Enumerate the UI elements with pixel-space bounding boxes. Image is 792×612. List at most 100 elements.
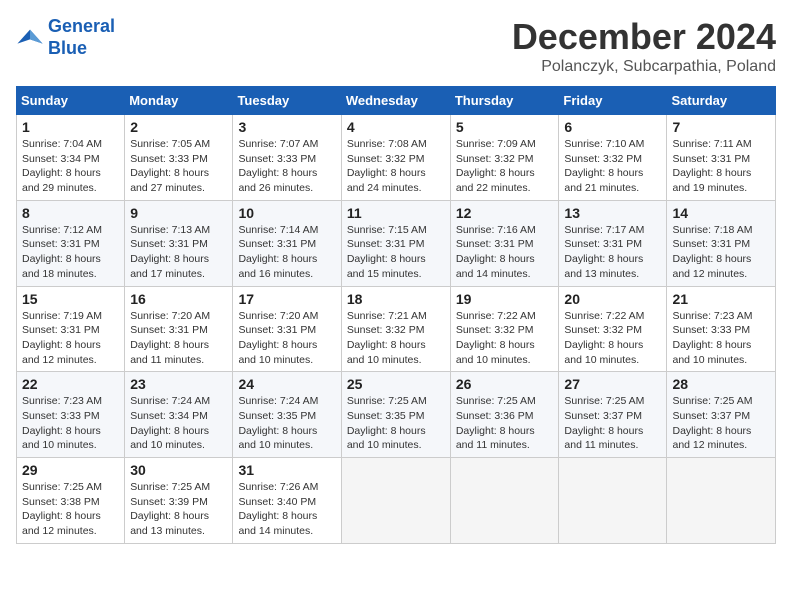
day-info: Sunrise: 7:25 AMSunset: 3:35 PMDaylight:… <box>347 394 445 453</box>
day-number: 10 <box>238 205 335 221</box>
calendar-cell: 21 Sunrise: 7:23 AMSunset: 3:33 PMDaylig… <box>667 286 776 372</box>
calendar-week-row: 29 Sunrise: 7:25 AMSunset: 3:38 PMDaylig… <box>17 458 776 544</box>
day-info: Sunrise: 7:12 AMSunset: 3:31 PMDaylight:… <box>22 223 119 282</box>
calendar-cell: 22 Sunrise: 7:23 AMSunset: 3:33 PMDaylig… <box>17 372 125 458</box>
day-info: Sunrise: 7:09 AMSunset: 3:32 PMDaylight:… <box>456 137 554 196</box>
calendar-cell: 3 Sunrise: 7:07 AMSunset: 3:33 PMDayligh… <box>233 115 341 201</box>
day-info: Sunrise: 7:23 AMSunset: 3:33 PMDaylight:… <box>22 394 119 453</box>
calendar-cell: 23 Sunrise: 7:24 AMSunset: 3:34 PMDaylig… <box>125 372 233 458</box>
day-info: Sunrise: 7:22 AMSunset: 3:32 PMDaylight:… <box>564 309 661 368</box>
day-number: 29 <box>22 462 119 478</box>
day-number: 15 <box>22 291 119 307</box>
day-number: 19 <box>456 291 554 307</box>
day-number: 17 <box>238 291 335 307</box>
logo-text: General Blue <box>48 16 115 59</box>
day-info: Sunrise: 7:24 AMSunset: 3:34 PMDaylight:… <box>130 394 227 453</box>
calendar-cell: 15 Sunrise: 7:19 AMSunset: 3:31 PMDaylig… <box>17 286 125 372</box>
day-number: 9 <box>130 205 227 221</box>
calendar-cell: 6 Sunrise: 7:10 AMSunset: 3:32 PMDayligh… <box>559 115 667 201</box>
calendar-cell: 16 Sunrise: 7:20 AMSunset: 3:31 PMDaylig… <box>125 286 233 372</box>
day-number: 25 <box>347 376 445 392</box>
day-info: Sunrise: 7:14 AMSunset: 3:31 PMDaylight:… <box>238 223 335 282</box>
day-info: Sunrise: 7:20 AMSunset: 3:31 PMDaylight:… <box>130 309 227 368</box>
logo: General Blue <box>16 16 115 59</box>
day-info: Sunrise: 7:26 AMSunset: 3:40 PMDaylight:… <box>238 480 335 539</box>
calendar-cell: 27 Sunrise: 7:25 AMSunset: 3:37 PMDaylig… <box>559 372 667 458</box>
day-number: 5 <box>456 119 554 135</box>
day-number: 14 <box>672 205 770 221</box>
calendar-week-row: 15 Sunrise: 7:19 AMSunset: 3:31 PMDaylig… <box>17 286 776 372</box>
day-header-thursday: Thursday <box>450 87 559 115</box>
calendar-cell: 18 Sunrise: 7:21 AMSunset: 3:32 PMDaylig… <box>341 286 450 372</box>
calendar-cell <box>559 458 667 544</box>
calendar-cell: 4 Sunrise: 7:08 AMSunset: 3:32 PMDayligh… <box>341 115 450 201</box>
day-header-monday: Monday <box>125 87 233 115</box>
day-info: Sunrise: 7:25 AMSunset: 3:37 PMDaylight:… <box>672 394 770 453</box>
day-header-wednesday: Wednesday <box>341 87 450 115</box>
day-info: Sunrise: 7:22 AMSunset: 3:32 PMDaylight:… <box>456 309 554 368</box>
calendar-cell <box>667 458 776 544</box>
day-number: 23 <box>130 376 227 392</box>
day-number: 24 <box>238 376 335 392</box>
day-info: Sunrise: 7:21 AMSunset: 3:32 PMDaylight:… <box>347 309 445 368</box>
calendar-header-row: SundayMondayTuesdayWednesdayThursdayFrid… <box>17 87 776 115</box>
calendar-week-row: 8 Sunrise: 7:12 AMSunset: 3:31 PMDayligh… <box>17 200 776 286</box>
calendar-cell: 14 Sunrise: 7:18 AMSunset: 3:31 PMDaylig… <box>667 200 776 286</box>
day-info: Sunrise: 7:19 AMSunset: 3:31 PMDaylight:… <box>22 309 119 368</box>
calendar-cell: 12 Sunrise: 7:16 AMSunset: 3:31 PMDaylig… <box>450 200 559 286</box>
calendar-week-row: 22 Sunrise: 7:23 AMSunset: 3:33 PMDaylig… <box>17 372 776 458</box>
day-number: 2 <box>130 119 227 135</box>
calendar-cell: 5 Sunrise: 7:09 AMSunset: 3:32 PMDayligh… <box>450 115 559 201</box>
calendar-cell: 8 Sunrise: 7:12 AMSunset: 3:31 PMDayligh… <box>17 200 125 286</box>
day-number: 18 <box>347 291 445 307</box>
calendar-cell: 2 Sunrise: 7:05 AMSunset: 3:33 PMDayligh… <box>125 115 233 201</box>
day-number: 27 <box>564 376 661 392</box>
day-header-friday: Friday <box>559 87 667 115</box>
day-number: 31 <box>238 462 335 478</box>
day-info: Sunrise: 7:15 AMSunset: 3:31 PMDaylight:… <box>347 223 445 282</box>
page-header: General Blue December 2024 Polanczyk, Su… <box>16 16 776 76</box>
day-info: Sunrise: 7:25 AMSunset: 3:39 PMDaylight:… <box>130 480 227 539</box>
day-info: Sunrise: 7:10 AMSunset: 3:32 PMDaylight:… <box>564 137 661 196</box>
calendar-cell: 26 Sunrise: 7:25 AMSunset: 3:36 PMDaylig… <box>450 372 559 458</box>
day-info: Sunrise: 7:05 AMSunset: 3:33 PMDaylight:… <box>130 137 227 196</box>
calendar-cell: 10 Sunrise: 7:14 AMSunset: 3:31 PMDaylig… <box>233 200 341 286</box>
day-number: 6 <box>564 119 661 135</box>
calendar-cell: 31 Sunrise: 7:26 AMSunset: 3:40 PMDaylig… <box>233 458 341 544</box>
day-number: 7 <box>672 119 770 135</box>
day-info: Sunrise: 7:08 AMSunset: 3:32 PMDaylight:… <box>347 137 445 196</box>
day-number: 12 <box>456 205 554 221</box>
day-info: Sunrise: 7:04 AMSunset: 3:34 PMDaylight:… <box>22 137 119 196</box>
calendar-week-row: 1 Sunrise: 7:04 AMSunset: 3:34 PMDayligh… <box>17 115 776 201</box>
month-title: December 2024 <box>512 16 776 58</box>
day-number: 3 <box>238 119 335 135</box>
calendar-cell: 24 Sunrise: 7:24 AMSunset: 3:35 PMDaylig… <box>233 372 341 458</box>
day-info: Sunrise: 7:24 AMSunset: 3:35 PMDaylight:… <box>238 394 335 453</box>
day-number: 26 <box>456 376 554 392</box>
calendar-cell: 30 Sunrise: 7:25 AMSunset: 3:39 PMDaylig… <box>125 458 233 544</box>
day-header-saturday: Saturday <box>667 87 776 115</box>
day-info: Sunrise: 7:25 AMSunset: 3:37 PMDaylight:… <box>564 394 661 453</box>
day-number: 11 <box>347 205 445 221</box>
day-info: Sunrise: 7:18 AMSunset: 3:31 PMDaylight:… <box>672 223 770 282</box>
calendar-table: SundayMondayTuesdayWednesdayThursdayFrid… <box>16 86 776 544</box>
day-info: Sunrise: 7:25 AMSunset: 3:36 PMDaylight:… <box>456 394 554 453</box>
day-number: 13 <box>564 205 661 221</box>
day-number: 16 <box>130 291 227 307</box>
calendar-cell: 19 Sunrise: 7:22 AMSunset: 3:32 PMDaylig… <box>450 286 559 372</box>
calendar-cell: 9 Sunrise: 7:13 AMSunset: 3:31 PMDayligh… <box>125 200 233 286</box>
day-info: Sunrise: 7:11 AMSunset: 3:31 PMDaylight:… <box>672 137 770 196</box>
calendar-cell: 25 Sunrise: 7:25 AMSunset: 3:35 PMDaylig… <box>341 372 450 458</box>
day-number: 8 <box>22 205 119 221</box>
day-number: 20 <box>564 291 661 307</box>
day-info: Sunrise: 7:13 AMSunset: 3:31 PMDaylight:… <box>130 223 227 282</box>
day-number: 22 <box>22 376 119 392</box>
day-info: Sunrise: 7:25 AMSunset: 3:38 PMDaylight:… <box>22 480 119 539</box>
calendar-cell: 1 Sunrise: 7:04 AMSunset: 3:34 PMDayligh… <box>17 115 125 201</box>
day-number: 28 <box>672 376 770 392</box>
location: Polanczyk, Subcarpathia, Poland <box>512 58 776 76</box>
day-number: 1 <box>22 119 119 135</box>
day-info: Sunrise: 7:16 AMSunset: 3:31 PMDaylight:… <box>456 223 554 282</box>
calendar-cell <box>341 458 450 544</box>
day-header-sunday: Sunday <box>17 87 125 115</box>
